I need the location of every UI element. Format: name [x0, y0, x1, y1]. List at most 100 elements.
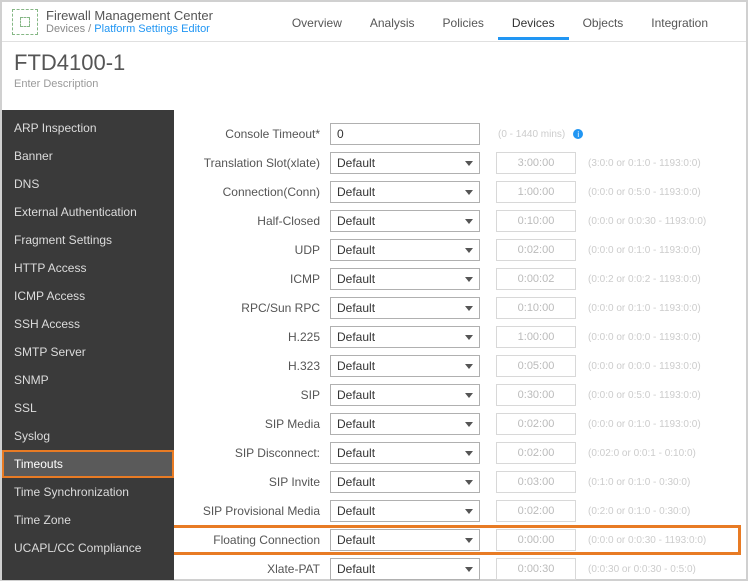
- range-text: (0:0:0 or 0:0:30 - 1193:0:0): [588, 216, 706, 227]
- logo-block: Firewall Management Center Devices / Pla…: [2, 8, 213, 35]
- sidebar-item-arp-inspection[interactable]: ARP Inspection: [2, 114, 174, 142]
- sidebar-item-dns[interactable]: DNS: [2, 170, 174, 198]
- breadcrumb-prefix: Devices /: [46, 23, 94, 35]
- select-translation-slot-xlate-[interactable]: Default: [330, 152, 480, 174]
- setting-row: SIP InviteDefault 0:03:00 (0:1:0 or 0:1:0 …: [174, 470, 738, 494]
- chevron-down-icon: [465, 480, 473, 485]
- sidebar-item-time-zone[interactable]: Time Zone: [2, 506, 174, 534]
- select-floating-connection[interactable]: Default: [330, 529, 480, 551]
- console-timeout-input[interactable]: [330, 123, 480, 145]
- range-text: (0:0:0 or 0:0:30 - 1193:0:0): [588, 535, 706, 546]
- select-half-closed[interactable]: Default: [330, 210, 480, 232]
- chevron-down-icon: [465, 509, 473, 514]
- setting-row: Xlate-PATDefault0:00:30(0:0:30 or 0:0:30…: [174, 557, 738, 580]
- row-label: Connection(Conn): [174, 185, 330, 199]
- sidebar-item-fragment-settings[interactable]: Fragment Settings: [2, 226, 174, 254]
- chevron-down-icon: [465, 306, 473, 311]
- select-xlate-pat[interactable]: Default: [330, 558, 480, 580]
- select-value: Default: [337, 272, 375, 286]
- row-label: RPC/Sun RPC: [174, 301, 330, 315]
- select-sip[interactable]: Default: [330, 384, 480, 406]
- sidebar-item-time-synchronization[interactable]: Time Synchronization: [2, 478, 174, 506]
- default-value-box: 0:03:00: [496, 471, 576, 493]
- sidebar-item-banner[interactable]: Banner: [2, 142, 174, 170]
- sidebar-item-icmp-access[interactable]: ICMP Access: [2, 282, 174, 310]
- select-h-225[interactable]: Default: [330, 326, 480, 348]
- setting-row: UDPDefault0:02:00(0:0:0 or 0:1:0 - 1193:…: [174, 238, 738, 262]
- nav-item-analysis[interactable]: Analysis: [356, 8, 429, 40]
- select-h-323[interactable]: Default: [330, 355, 480, 377]
- chevron-down-icon: [465, 248, 473, 253]
- select-value: Default: [337, 301, 375, 315]
- chevron-down-icon: [465, 190, 473, 195]
- sidebar-item-external-authentication[interactable]: External Authentication: [2, 198, 174, 226]
- setting-row: H.225Default1:00:00(0:0:0 or 0:0:0 - 119…: [174, 325, 738, 349]
- nav-item-policies[interactable]: Policies: [429, 8, 498, 40]
- chevron-down-icon: [465, 161, 473, 166]
- nav-item-overview[interactable]: Overview: [278, 8, 356, 40]
- range-text: (0:1:0 or 0:1:0 - 0:30:0): [588, 477, 690, 488]
- title-block: Firewall Management Center Devices / Pla…: [46, 8, 213, 35]
- nav-item-devices[interactable]: Devices: [498, 8, 569, 40]
- nav-item-objects[interactable]: Objects: [569, 8, 638, 40]
- default-value-box: 0:10:00: [496, 210, 576, 232]
- select-connection-conn-[interactable]: Default: [330, 181, 480, 203]
- default-value-box: 0:02:00: [496, 239, 576, 261]
- select-value: Default: [337, 359, 375, 373]
- nav-item-integration[interactable]: Integration: [637, 8, 722, 40]
- chevron-down-icon: [465, 451, 473, 456]
- logo-icon: [12, 9, 38, 35]
- header: Firewall Management Center Devices / Pla…: [2, 2, 746, 42]
- select-sip-disconnect-[interactable]: Default: [330, 442, 480, 464]
- chevron-down-icon: [465, 538, 473, 543]
- select-value: Default: [337, 156, 375, 170]
- range-text: (0:0:0 or 0:1:0 - 1193:0:0): [588, 303, 701, 314]
- sidebar-item-http-access[interactable]: HTTP Access: [2, 254, 174, 282]
- default-value-box: 0:00:02: [496, 268, 576, 290]
- row-label: ICMP: [174, 272, 330, 286]
- select-sip-media[interactable]: Default: [330, 413, 480, 435]
- setting-row: SIP MediaDefault0:02:00(0:0:0 or 0:1:0 -…: [174, 412, 738, 436]
- default-value-box: 1:00:00: [496, 326, 576, 348]
- row-label: H.225: [174, 330, 330, 344]
- setting-row: ICMPDefault0:00:02(0:0:2 or 0:0:2 - 1193…: [174, 267, 738, 291]
- select-value: Default: [337, 504, 375, 518]
- setting-row: Floating ConnectionDefault0:00:00(0:0:0 …: [174, 528, 738, 552]
- sidebar-item-ssl[interactable]: SSL: [2, 394, 174, 422]
- select-sip-provisional-media[interactable]: Default: [330, 500, 480, 522]
- sidebar-item-smtp-server[interactable]: SMTP Server: [2, 338, 174, 366]
- row-label: Console Timeout*: [174, 127, 330, 141]
- info-icon[interactable]: i: [573, 129, 583, 139]
- select-sip-invite[interactable]: Default: [330, 471, 480, 493]
- breadcrumb-link[interactable]: Platform Settings Editor: [94, 23, 210, 35]
- default-value-box: 0:00:30: [496, 558, 576, 580]
- select-udp[interactable]: Default: [330, 239, 480, 261]
- main: ARP InspectionBannerDNSExternal Authenti…: [2, 110, 746, 580]
- select-icmp[interactable]: Default: [330, 268, 480, 290]
- row-label: SIP Invite: [174, 475, 330, 489]
- hint-text: (0 - 1440 mins): [498, 129, 565, 140]
- setting-row: SIP Disconnect:Default0:02:00(0:02:0 or …: [174, 441, 738, 465]
- range-text: (0:2:0 or 0:1:0 - 0:30:0): [588, 506, 690, 517]
- setting-row: H.323Default0:05:00(0:0:0 or 0:0:0 - 119…: [174, 354, 738, 378]
- top-nav: OverviewAnalysisPoliciesDevicesObjectsIn…: [278, 8, 746, 40]
- device-description[interactable]: Enter Description: [14, 78, 746, 90]
- row-label: H.323: [174, 359, 330, 373]
- row-label: Translation Slot(xlate): [174, 156, 330, 170]
- content: Console Timeout* (0 - 1440 mins) i Translat…: [174, 110, 746, 580]
- chevron-down-icon: [465, 335, 473, 340]
- setting-row: RPC/Sun RPCDefault0:10:00(0:0:0 or 0:1:0…: [174, 296, 738, 320]
- default-value-box: 3:00:00: [496, 152, 576, 174]
- chevron-down-icon: [465, 393, 473, 398]
- sidebar-item-timeouts[interactable]: Timeouts: [2, 450, 174, 478]
- range-text: (3:0:0 or 0:1:0 - 1193:0:0): [588, 158, 701, 169]
- sidebar-item-ucapl-cc-compliance[interactable]: UCAPL/CC Compliance: [2, 534, 174, 562]
- row-label: SIP Media: [174, 417, 330, 431]
- select-rpc-sun-rpc[interactable]: Default: [330, 297, 480, 319]
- select-value: Default: [337, 388, 375, 402]
- sidebar-item-syslog[interactable]: Syslog: [2, 422, 174, 450]
- select-value: Default: [337, 562, 375, 576]
- sidebar-item-snmp[interactable]: SNMP: [2, 366, 174, 394]
- row-label: SIP: [174, 388, 330, 402]
- sidebar-item-ssh-access[interactable]: SSH Access: [2, 310, 174, 338]
